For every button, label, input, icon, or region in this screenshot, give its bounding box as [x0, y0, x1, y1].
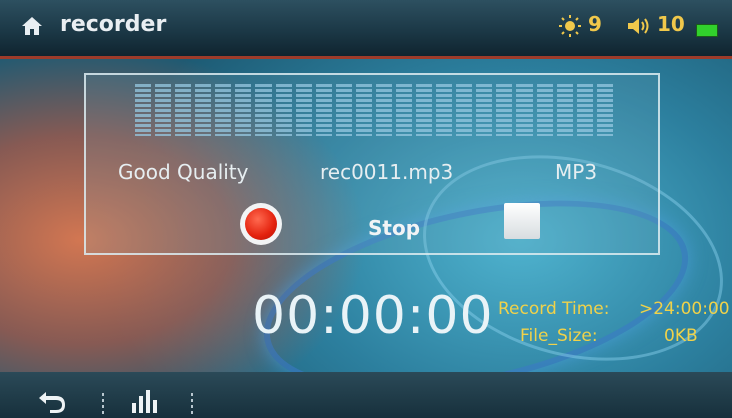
level-meter-bar — [275, 84, 292, 136]
file-size-value: 0KB — [664, 326, 698, 346]
level-meter-bar — [135, 84, 152, 136]
quality-label: Good Quality — [118, 160, 249, 184]
level-meter-bar — [576, 84, 593, 136]
toolbar-separator — [191, 393, 193, 415]
level-meter-bar — [255, 84, 272, 136]
record-button[interactable] — [240, 203, 282, 245]
record-time-label: Record Time: — [498, 299, 610, 319]
level-meter-bar — [476, 84, 493, 136]
level-meter-bar — [456, 84, 473, 136]
level-meter-bar — [436, 84, 453, 136]
level-meter-bar — [155, 84, 172, 136]
file-size-label: File_Size: — [520, 326, 598, 346]
level-meter-bar — [195, 84, 212, 136]
level-meter-bar — [396, 84, 413, 136]
level-meter — [135, 84, 613, 136]
level-meter-bar — [175, 84, 192, 136]
bottom-toolbar — [0, 372, 732, 418]
record-time-value: >24:00:00 — [639, 299, 730, 319]
filename-label: rec0011.mp3 — [320, 160, 454, 184]
toolbar-separator — [102, 393, 104, 415]
home-icon[interactable] — [20, 14, 44, 38]
level-meter-bar — [295, 84, 312, 136]
level-meter-bar — [215, 84, 232, 136]
elapsed-timer: 00:00:00 — [252, 286, 494, 346]
back-arrow-icon[interactable] — [36, 386, 68, 414]
speaker-icon — [628, 18, 649, 34]
level-meter-bar — [536, 84, 553, 136]
brightness-level: 9 — [588, 12, 602, 36]
stop-label[interactable]: Stop — [368, 216, 420, 240]
level-meter-bar — [335, 84, 352, 136]
level-meter-bar — [516, 84, 533, 136]
top-status-bar: recorder 9 10 — [0, 0, 732, 59]
level-meter-bar — [556, 84, 573, 136]
format-label: MP3 — [555, 160, 598, 184]
level-meter-bar — [416, 84, 433, 136]
stop-button[interactable] — [504, 203, 540, 239]
equalizer-icon[interactable] — [130, 388, 158, 414]
record-icon — [245, 208, 277, 240]
level-meter-bar — [375, 84, 393, 136]
app-title: recorder — [60, 12, 167, 37]
level-meter-bar — [596, 84, 613, 136]
volume-level: 10 — [657, 12, 685, 36]
sun-icon — [559, 15, 581, 37]
battery-icon — [696, 24, 718, 37]
recorder-screen: recorder 9 10 Good Quality rec0011.mp3 M… — [0, 0, 732, 418]
level-meter-bar — [315, 84, 332, 136]
level-meter-bar — [235, 84, 252, 136]
level-meter-bar — [355, 84, 372, 136]
level-meter-bar — [496, 84, 513, 136]
